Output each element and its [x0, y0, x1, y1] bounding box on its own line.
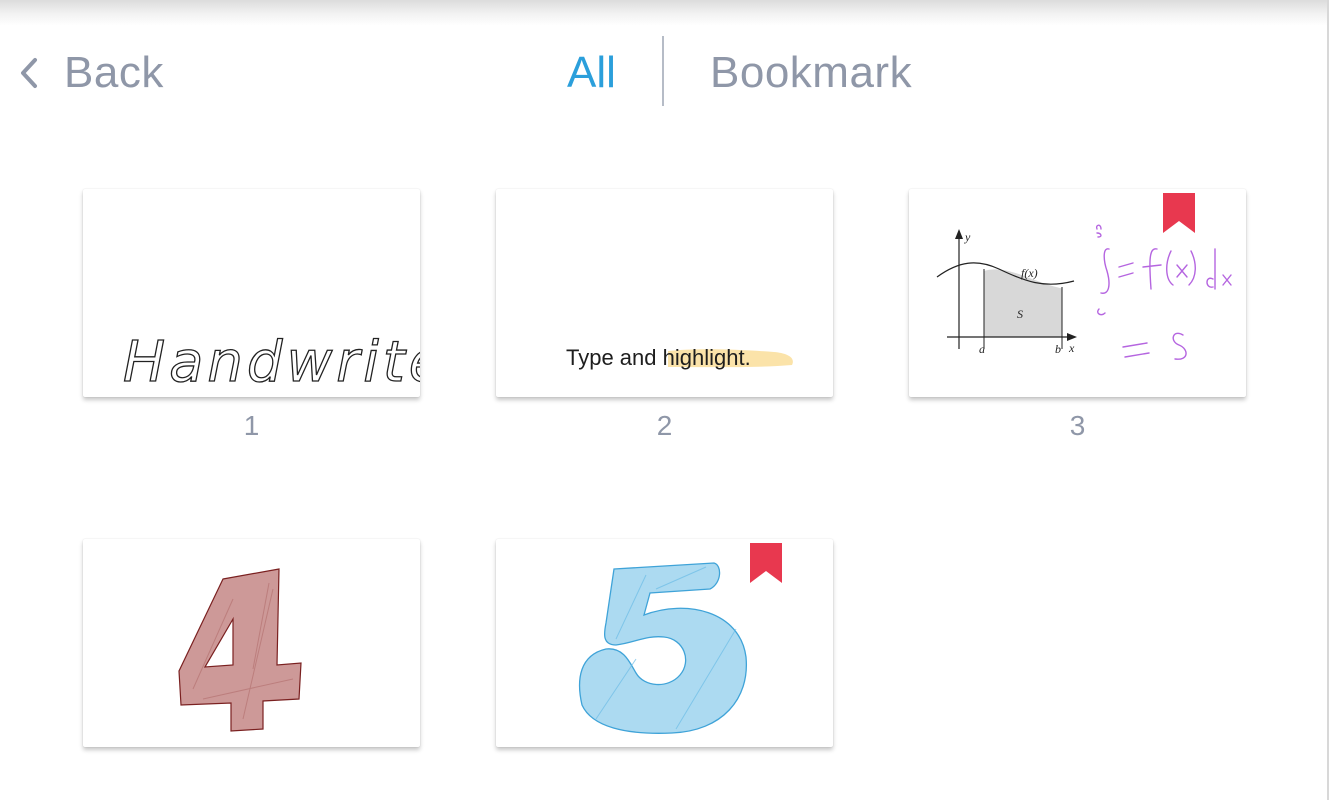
page-number: 1 — [243, 410, 260, 441]
page-thumbnail-5[interactable] — [496, 539, 833, 747]
page-number: 3 — [1069, 410, 1086, 441]
tab-all[interactable]: All — [567, 48, 616, 98]
label-fx: f(x) — [1021, 266, 1038, 280]
page-thumbnail-3[interactable]: y x a b f(x) S — [909, 189, 1246, 397]
tab-bookmark[interactable]: Bookmark — [710, 48, 912, 98]
drawn-digit-4 — [178, 568, 302, 732]
typed-text-plain: Type and — [566, 345, 663, 370]
handwritten-formula — [1095, 224, 1232, 360]
label-b: b — [1055, 342, 1061, 356]
header: Back All Bookmark — [0, 30, 1329, 114]
typed-text-highlight: highlight. — [662, 345, 751, 370]
page-number: 2 — [656, 410, 673, 441]
bookmark-icon — [750, 543, 782, 583]
axis-x-label: x — [1068, 341, 1075, 355]
back-button[interactable]: Back — [18, 48, 164, 98]
bookmark-icon — [1163, 193, 1195, 233]
typed-text: Type and highlight. — [566, 345, 751, 371]
handwriting-drawing: Handwrite — [122, 329, 420, 395]
chevron-left-icon — [21, 58, 37, 88]
drawn-digit-5 — [578, 562, 747, 734]
status-bar-shadow — [0, 0, 1329, 26]
page-thumbnail-4[interactable] — [83, 539, 420, 747]
back-label: Back — [64, 48, 164, 97]
label-a: a — [979, 342, 985, 356]
handwrite-text: Handwrite — [123, 330, 420, 395]
page-thumbnail-2[interactable]: Type and highlight. — [496, 189, 833, 397]
label-s: S — [1017, 307, 1023, 321]
page-thumbnail-1[interactable]: Handwrite — [83, 189, 420, 397]
integral-graph: y x a b f(x) S — [936, 224, 1232, 360]
axis-y-label: y — [964, 230, 971, 244]
tab-divider — [662, 36, 664, 106]
